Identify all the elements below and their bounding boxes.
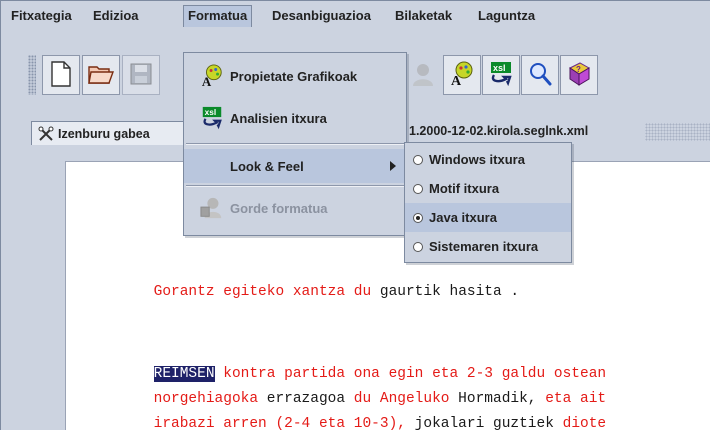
menu-bar: Fitxategia Edizioa Formatua Desanbiguazi…	[2, 2, 710, 28]
tab-label: Izenburu gabea	[58, 126, 150, 141]
graphic-properties-icon: A	[200, 64, 224, 88]
radio-label: Windows itxura	[429, 152, 525, 167]
svg-text:A: A	[451, 74, 462, 87]
xsl-button[interactable]: xsl	[482, 55, 520, 95]
radio-button-icon	[413, 154, 423, 165]
svg-text:xsl: xsl	[205, 107, 217, 117]
text-segment: Gorantz egiteko xantza du	[153, 284, 380, 300]
submenu-arrow-icon	[390, 161, 396, 171]
graphic-properties-icon: A	[449, 61, 475, 90]
radio-button-icon	[413, 241, 423, 252]
radio-windows-itxura[interactable]: Windows itxura	[405, 145, 571, 174]
menu-formatua[interactable]: Formatua	[183, 5, 253, 27]
magnifier-icon	[527, 61, 553, 90]
application-window: Fitxategia Edizioa Formatua Desanbiguazi…	[0, 0, 710, 430]
menu-separator	[186, 185, 404, 187]
help-book-icon: ?	[566, 61, 592, 90]
menuitem-label: Analisien itxura	[230, 110, 327, 126]
text-segment: guztiek	[484, 416, 563, 430]
radio-label: Sistemaren itxura	[429, 239, 539, 254]
person-button[interactable]	[404, 55, 442, 95]
save-format-icon	[200, 196, 224, 220]
graphic-properties-button[interactable]: A	[443, 55, 481, 95]
radio-button-icon	[413, 183, 423, 194]
menuitem-label: Propietate Grafikoak	[230, 68, 358, 84]
radio-label: Motif itxura	[429, 181, 500, 196]
document-line: Gorantz egiteko xantza du gaurtik hasita…	[84, 268, 519, 316]
xsl-icon: xsl	[200, 106, 224, 130]
menuitem-look-and-feel[interactable]: Look & Feel	[184, 149, 406, 183]
search-button[interactable]	[521, 55, 559, 95]
menuitem-analisien-itxura[interactable]: xsl Analisien itxura	[184, 101, 406, 135]
save-disk-icon	[130, 63, 152, 88]
save-button[interactable]	[122, 55, 160, 95]
menu-fitxategia[interactable]: Fitxategia	[7, 6, 76, 26]
radio-java-itxura[interactable]: Java itxura	[405, 203, 571, 232]
svg-text:?: ?	[576, 65, 581, 74]
menu-bilaketak[interactable]: Bilaketak	[391, 6, 456, 26]
text-segment: gaurtik hasita .	[379, 284, 520, 300]
tab-bar-filler	[645, 123, 710, 141]
toolbar-grip[interactable]	[28, 55, 36, 95]
text-segment: diote	[562, 416, 607, 430]
menuitem-gorde-formatua[interactable]: Gorde formatua	[184, 191, 406, 225]
menuitem-label: Look & Feel	[230, 158, 304, 174]
formatua-dropdown-menu: A Propietate Grafikoak xsl Analisien itx…	[183, 52, 407, 236]
person-icon	[410, 61, 436, 90]
radio-motif-itxura[interactable]: Motif itxura	[405, 174, 571, 203]
help-button[interactable]: ?	[560, 55, 598, 95]
tab-kirola-xml[interactable]: 1.2000-12-02.kirola.seglnk.xml	[409, 124, 588, 138]
new-document-icon	[50, 60, 72, 90]
document-line: irabazi arren (2-4 eta 10-3), jokalari g…	[84, 400, 607, 430]
menu-edizioa[interactable]: Edizioa	[89, 6, 143, 26]
text-segment: irabazi arren (2-4 eta 10-3),	[153, 416, 415, 430]
text-segment: jokalari	[414, 416, 485, 430]
menuitem-label: Gorde formatua	[230, 200, 328, 216]
open-button[interactable]	[82, 55, 120, 95]
new-document-button[interactable]	[42, 55, 80, 95]
radio-label: Java itxura	[429, 210, 497, 225]
xsl-icon: xsl	[488, 61, 514, 90]
menu-desanbiguazioa[interactable]: Desanbiguazioa	[268, 6, 375, 26]
tool-icon	[38, 126, 54, 142]
radio-button-selected-icon	[413, 212, 423, 223]
menuitem-propietate-grafikoak[interactable]: A Propietate Grafikoak	[184, 59, 406, 93]
menu-separator	[186, 143, 404, 145]
svg-text:A: A	[202, 74, 212, 88]
menu-laguntza[interactable]: Laguntza	[474, 6, 539, 26]
open-folder-icon	[88, 63, 114, 88]
radio-sistemaren-itxura[interactable]: Sistemaren itxura	[405, 232, 571, 261]
svg-text:xsl: xsl	[493, 63, 506, 73]
look-and-feel-submenu: Windows itxura Motif itxura Java itxura …	[404, 142, 572, 263]
